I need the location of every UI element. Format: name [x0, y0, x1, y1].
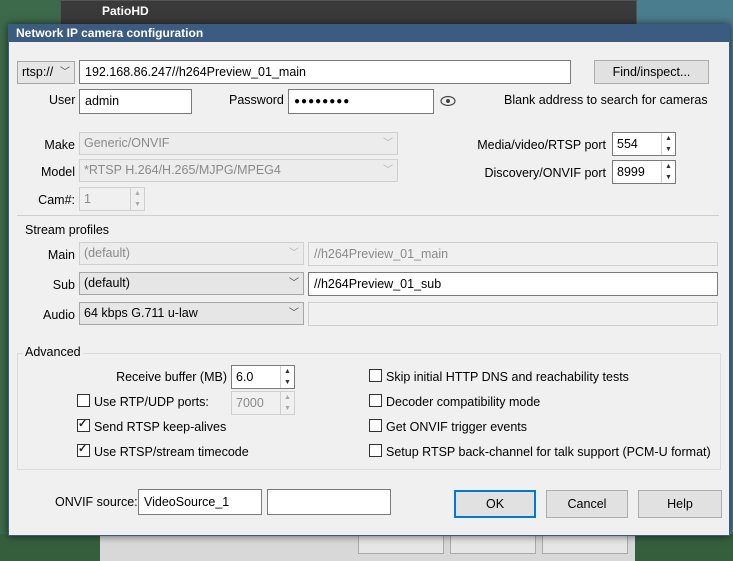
- use-rtp-udp-label: Use RTP/UDP ports:: [94, 395, 209, 409]
- help-button[interactable]: Help: [638, 490, 722, 518]
- timecode-label: Use RTSP/stream timecode: [94, 445, 249, 459]
- model-value: *RTSP H.264/H.265/MJPG/MPEG4: [84, 163, 281, 177]
- checkbox-box[interactable]: [369, 394, 382, 407]
- main-profile-value: (default): [84, 246, 130, 260]
- cancel-button[interactable]: Cancel: [546, 490, 628, 518]
- spin-down-icon[interactable]: ▼: [131, 199, 144, 210]
- audio-profile-value: 64 kbps G.711 u-law: [84, 306, 198, 320]
- keepalives-label: Send RTSP keep-alives: [94, 420, 227, 434]
- chevron-down-icon: ﹀: [383, 165, 393, 176]
- backchannel-checkbox[interactable]: Setup RTSP back-channel for talk support…: [369, 444, 711, 459]
- onvif-source-input[interactable]: VideoSource_1: [138, 489, 262, 515]
- onvif-events-label: Get ONVIF trigger events: [386, 420, 528, 434]
- main-stream-path[interactable]: //h264Preview_01_main: [308, 242, 718, 266]
- media-port-value: 554: [617, 137, 638, 151]
- spin-up-icon[interactable]: ▲: [662, 161, 675, 172]
- cam-number-value: 1: [84, 192, 91, 206]
- skip-dns-label: Skip initial HTTP DNS and reachability t…: [386, 370, 629, 384]
- keepalives-checkbox[interactable]: Send RTSP keep-alives: [77, 417, 227, 434]
- separator: [17, 215, 719, 216]
- chevron-down-icon: ﹀: [289, 278, 299, 289]
- backchannel-label: Setup RTSP back-channel for talk support…: [386, 445, 711, 459]
- discovery-port-value: 8999: [617, 165, 645, 179]
- chevron-down-icon: ﹀: [383, 138, 393, 149]
- sub-stream-path[interactable]: //h264Preview_01_sub: [308, 272, 718, 296]
- chevron-down-icon: ﹀: [289, 248, 299, 259]
- receive-buffer-spinner[interactable]: 6.0 ▲ ▼: [231, 365, 295, 389]
- model-select[interactable]: *RTSP H.264/H.265/MJPG/MPEG4 ﹀: [79, 159, 398, 182]
- audio-label: Audio: [43, 308, 75, 322]
- main-stream-label: Main: [47, 248, 75, 262]
- onvif-events-checkbox[interactable]: Get ONVIF trigger events: [369, 419, 527, 434]
- checkbox-box[interactable]: [369, 444, 382, 457]
- receive-buffer-label: Receive buffer (MB): [116, 370, 227, 384]
- rtp-port-value: 7000: [236, 396, 264, 410]
- address-input[interactable]: 192.168.86.247//h264Preview_01_main: [79, 60, 571, 84]
- user-label: User: [49, 93, 76, 107]
- dialog-title: Network IP camera configuration: [9, 25, 729, 42]
- background-window-title: PatioHD: [102, 4, 149, 18]
- user-input[interactable]: admin: [79, 89, 192, 114]
- stream-profiles-heading: Stream profiles: [25, 223, 110, 237]
- sub-profile-value: (default): [84, 276, 130, 290]
- receive-buffer-value: 6.0: [236, 370, 254, 384]
- spin-up-icon[interactable]: ▲: [281, 392, 294, 403]
- find-inspect-button[interactable]: Find/inspect...: [594, 60, 709, 84]
- password-input[interactable]: ●●●●●●●●: [288, 89, 434, 114]
- advanced-heading: Advanced: [23, 345, 83, 359]
- cam-number-label: Cam#:: [38, 193, 75, 207]
- make-select[interactable]: Generic/ONVIF ﹀: [79, 132, 398, 155]
- spin-down-icon[interactable]: ▼: [281, 403, 294, 414]
- audio-profile-select[interactable]: 64 kbps G.711 u-law ﹀: [79, 302, 304, 325]
- audio-path[interactable]: [308, 302, 718, 326]
- protocol-select[interactable]: rtsp:// ﹀: [17, 61, 75, 84]
- sub-stream-label: Sub: [52, 278, 75, 292]
- onvif-source-label: ONVIF source:: [55, 495, 138, 509]
- timecode-checkbox[interactable]: Use RTSP/stream timecode: [77, 442, 249, 459]
- make-label: Make: [44, 138, 75, 152]
- checkbox-box[interactable]: [77, 394, 90, 407]
- search-hint: Blank address to search for cameras: [504, 93, 708, 107]
- rtp-port-spinner[interactable]: 7000 ▲ ▼: [231, 391, 295, 415]
- password-label: Password: [229, 93, 284, 107]
- ok-button[interactable]: OK: [454, 490, 536, 518]
- discovery-port-spinner[interactable]: 8999 ▲ ▼: [612, 160, 676, 184]
- skip-dns-checkbox[interactable]: Skip initial HTTP DNS and reachability t…: [369, 369, 629, 384]
- model-label: Model: [40, 165, 75, 179]
- camera-config-dialog: Network IP camera configuration rtsp:// …: [8, 24, 730, 536]
- spin-down-icon[interactable]: ▼: [662, 144, 675, 155]
- use-rtp-udp-checkbox[interactable]: Use RTP/UDP ports:: [77, 394, 209, 409]
- checkbox-box[interactable]: [369, 369, 382, 382]
- checkbox-box[interactable]: [77, 442, 90, 457]
- onvif-source-extra-input[interactable]: [267, 489, 391, 515]
- chevron-down-icon: ﹀: [60, 67, 70, 78]
- show-password-eye-icon[interactable]: [440, 93, 456, 109]
- sub-profile-select[interactable]: (default) ﹀: [79, 272, 304, 295]
- spin-up-icon[interactable]: ▲: [662, 133, 675, 144]
- media-port-label: Media/video/RTSP port: [477, 138, 606, 152]
- chevron-down-icon: ﹀: [289, 308, 299, 319]
- decoder-compat-checkbox[interactable]: Decoder compatibility mode: [369, 394, 540, 409]
- discovery-port-label: Discovery/ONVIF port: [484, 166, 606, 180]
- spin-up-icon[interactable]: ▲: [281, 366, 294, 377]
- decoder-compat-label: Decoder compatibility mode: [386, 395, 541, 409]
- spin-up-icon[interactable]: ▲: [131, 188, 144, 199]
- main-profile-select[interactable]: (default) ﹀: [79, 242, 304, 265]
- cam-number-spinner[interactable]: 1 ▲ ▼: [79, 187, 145, 211]
- checkbox-box[interactable]: [369, 419, 382, 432]
- spin-down-icon[interactable]: ▼: [662, 172, 675, 183]
- protocol-value: rtsp://: [22, 65, 54, 79]
- media-port-spinner[interactable]: 554 ▲ ▼: [612, 132, 676, 156]
- make-value: Generic/ONVIF: [84, 136, 170, 150]
- checkbox-box[interactable]: [77, 417, 90, 432]
- spin-down-icon[interactable]: ▼: [281, 377, 294, 388]
